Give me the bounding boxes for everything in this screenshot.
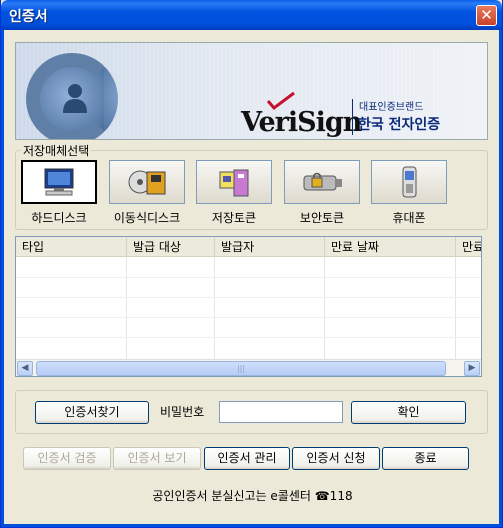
phone-icon	[402, 166, 417, 198]
scroll-thumb[interactable]: |||	[36, 361, 446, 376]
exit-button[interactable]: 종료	[382, 447, 469, 470]
column-type[interactable]: 타입	[16, 237, 127, 257]
computer-icon	[44, 168, 74, 196]
storage-media-label: 저장매체선택	[21, 142, 92, 159]
table-row	[16, 317, 481, 318]
media-hard-disk[interactable]: 하드디스크	[19, 160, 99, 226]
title-bar[interactable]: 인증서 ✕	[1, 0, 502, 30]
media-phone-label: 휴대폰	[392, 211, 426, 225]
table-row	[16, 337, 481, 338]
confirm-button[interactable]: 확인	[351, 401, 466, 424]
view-certificate-button[interactable]: 인증서 보기	[113, 447, 201, 470]
chevron-right-icon: ▶	[468, 363, 476, 373]
verify-certificate-button[interactable]: 인증서 검증	[23, 447, 111, 470]
window-frame-right	[499, 30, 502, 527]
table-header: 타입 발급 대상 발급자 만료 날짜 만료	[16, 237, 481, 257]
media-storage-token-button[interactable]	[196, 160, 272, 204]
apply-certificate-button[interactable]: 인증서 신청	[292, 447, 380, 470]
partner-logo: 한국 전자인증	[358, 117, 441, 133]
password-field[interactable]	[219, 401, 343, 423]
column-issuer[interactable]: 발급자	[215, 237, 325, 257]
brand-tagline: 대표인증브랜드	[359, 102, 424, 113]
brand-banner: VeriSign 대표인증브랜드 한국 전자인증	[15, 42, 488, 140]
person-icon	[63, 84, 87, 113]
manage-certificate-button[interactable]: 인증서 관리	[204, 447, 290, 470]
usb-token-icon	[219, 169, 249, 197]
security-token-icon	[303, 172, 342, 191]
table-col-divider	[16, 257, 127, 360]
removable-disk-icon	[128, 170, 166, 195]
media-security-token-label: 보안토큰	[299, 211, 345, 225]
media-removable-disk-button[interactable]	[109, 160, 185, 204]
verisign-logo: VeriSign	[241, 107, 362, 138]
media-storage-token[interactable]: 저장토큰	[194, 160, 274, 226]
table-col-divider	[127, 257, 215, 360]
horizontal-scrollbar[interactable]: ◀ ||| ▶	[16, 359, 481, 376]
find-certificate-button[interactable]: 인증서찾기	[35, 401, 149, 424]
media-security-token-button[interactable]	[284, 160, 360, 204]
close-button[interactable]: ✕	[476, 5, 497, 26]
certificate-dialog: 인증서 ✕ VeriSign 대표인증브랜드 한국 전자인증 저장매체선택 하드…	[0, 0, 503, 528]
password-label: 비밀번호	[160, 405, 205, 419]
media-phone[interactable]: 휴대폰	[369, 160, 449, 226]
scroll-left-button[interactable]: ◀	[17, 361, 33, 376]
column-subject[interactable]: 발급 대상	[127, 237, 215, 257]
media-removable-disk[interactable]: 이동식디스크	[107, 160, 187, 226]
media-phone-button[interactable]	[371, 160, 447, 204]
close-icon: ✕	[480, 6, 493, 24]
window-frame-left	[1, 30, 4, 527]
column-expiry[interactable]: 만료 날짜	[325, 237, 456, 257]
chevron-left-icon: ◀	[21, 363, 29, 373]
media-security-token[interactable]: 보안토큰	[282, 160, 362, 226]
table-row	[16, 277, 481, 278]
certificate-list[interactable]: 타입 발급 대상 발급자 만료 날짜 만료 ◀ ||| ▶	[15, 236, 482, 377]
media-hard-disk-button[interactable]	[21, 160, 97, 204]
table-col-divider	[325, 257, 456, 360]
media-removable-disk-label: 이동식디스크	[113, 211, 181, 225]
footer-notice: 공인인증서 분실신고는 e콜센터 ☎118	[152, 489, 353, 503]
scroll-right-button[interactable]: ▶	[464, 361, 480, 376]
table-row	[16, 297, 481, 298]
table-col-divider	[215, 257, 325, 360]
media-hard-disk-label: 하드디스크	[31, 211, 87, 225]
window-frame-bottom	[1, 524, 502, 527]
window-title: 인증서	[9, 9, 48, 25]
brand-divider	[352, 99, 353, 135]
media-storage-token-label: 저장토큰	[211, 211, 257, 225]
column-expiry-overflow[interactable]: 만료	[456, 237, 481, 257]
